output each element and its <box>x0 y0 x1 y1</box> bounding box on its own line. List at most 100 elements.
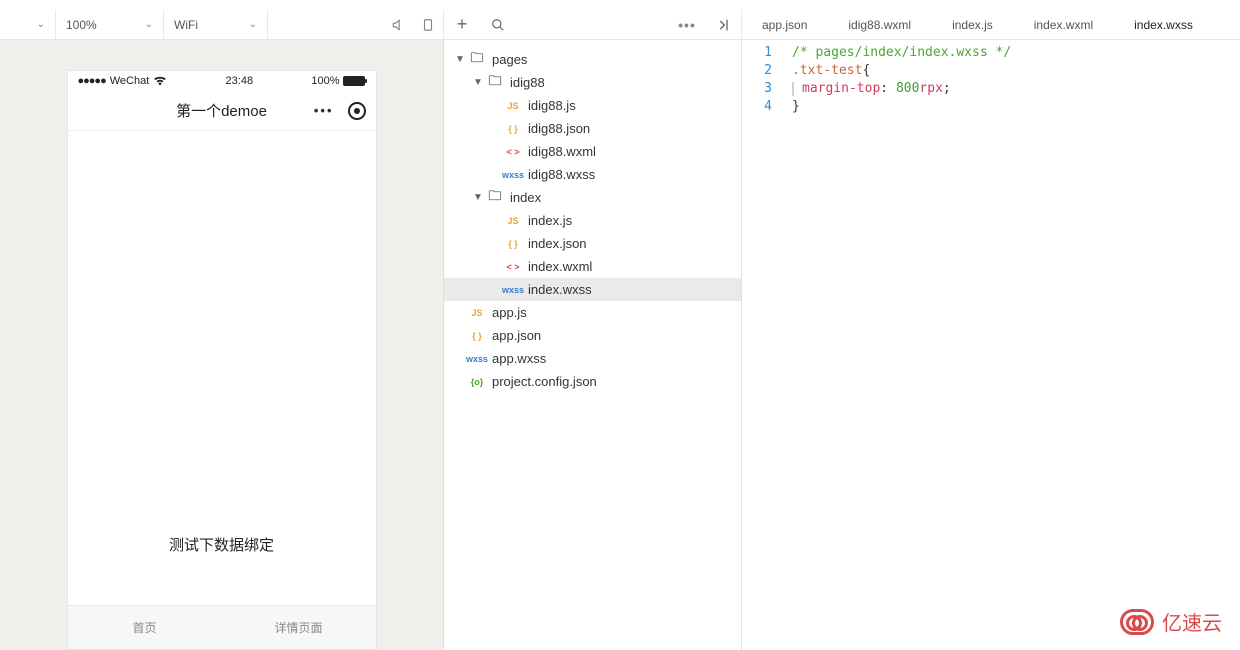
simulator-panel: ●●●●● WeChat 23:48 100% 第一个demoe ••• <box>0 40 444 650</box>
watermark-text: 亿速云 <box>1162 607 1222 636</box>
tree-file[interactable]: < > index.wxml <box>444 255 741 278</box>
capsule-menu-icon[interactable]: ••• <box>314 103 334 118</box>
json-icon: { } <box>502 239 524 249</box>
collapse-sidebar-icon[interactable] <box>705 17 741 33</box>
app-navbar: 第一个demoe ••• <box>68 91 376 131</box>
code-comment: /* pages/index/index.wxss */ <box>792 45 1011 60</box>
line-number: 4 <box>742 98 772 116</box>
code-editor[interactable]: 1234 /* pages/index/index.wxss */ .txt-t… <box>742 40 1240 650</box>
nav-title: 第一个demoe <box>176 100 267 121</box>
chevron-down-icon: ⌄ <box>249 19 257 30</box>
tab-home[interactable]: 首页 <box>68 606 222 649</box>
editor-tab[interactable]: idig88.wxml <box>828 10 932 39</box>
file-label: app.json <box>492 328 541 343</box>
tree-folder[interactable]: ▼🗀 pages <box>444 48 741 71</box>
caret-down-icon[interactable]: ▼ <box>472 77 484 88</box>
code-area[interactable]: /* pages/index/index.wxss */ .txt-test{ … <box>782 40 1240 650</box>
tree-file[interactable]: { } idig88.json <box>444 117 741 140</box>
line-number: 3 <box>742 80 772 98</box>
tab-detail[interactable]: 详情页面 <box>222 606 376 649</box>
watermark: 亿速云 <box>1120 607 1222 636</box>
file-label: idig88.json <box>528 121 590 136</box>
caret-down-icon[interactable]: ▼ <box>472 192 484 203</box>
file-label: index.wxml <box>528 259 592 274</box>
line-number: 1 <box>742 44 772 62</box>
file-label: app.wxss <box>492 351 546 366</box>
folder-icon: 🗀 <box>484 187 506 209</box>
tree-file[interactable]: {o} project.config.json <box>444 370 741 393</box>
tree-file[interactable]: wxss index.wxss <box>444 278 741 301</box>
file-label: project.config.json <box>492 374 597 389</box>
chevron-down-icon: ⌄ <box>145 19 153 30</box>
battery-pct: 100% <box>311 75 339 87</box>
wxss-icon: wxss <box>466 354 488 364</box>
watermark-logo-icon <box>1120 609 1154 635</box>
toolbar: ⌄ 100% ⌄ WiFi ⌄ + <box>0 10 1240 40</box>
wxml-icon: < > <box>502 262 524 272</box>
file-label: index.wxss <box>528 282 592 297</box>
time-label: 23:48 <box>226 75 254 87</box>
json-icon: { } <box>502 124 524 134</box>
tree-folder[interactable]: ▼🗀idig88 <box>444 71 741 94</box>
sound-icon[interactable] <box>383 10 413 39</box>
editor-tab[interactable]: index.wxss <box>1114 10 1214 39</box>
status-bar: ●●●●● WeChat 23:48 100% <box>68 71 376 91</box>
code-prop: margin-top <box>802 81 880 96</box>
add-file-icon[interactable]: + <box>444 14 480 35</box>
tree-file[interactable]: JS app.js <box>444 301 741 324</box>
tree-file[interactable]: < > idig88.wxml <box>444 140 741 163</box>
carrier-label: WeChat <box>110 75 150 87</box>
chevron-down-icon: ⌄ <box>37 19 45 30</box>
line-number: 2 <box>742 62 772 80</box>
file-label: index <box>510 190 541 205</box>
zoom-dropdown[interactable]: 100% ⌄ <box>56 10 164 39</box>
tree-file[interactable]: { } index.json <box>444 232 741 255</box>
config-icon: {o} <box>466 377 488 387</box>
folder-icon: 🗀 <box>466 49 488 71</box>
file-label: idig88.wxss <box>528 167 595 182</box>
file-label: idig88.wxml <box>528 144 596 159</box>
wxml-icon: < > <box>502 147 524 157</box>
tree-file[interactable]: JS idig88.js <box>444 94 741 117</box>
phone-preview: ●●●●● WeChat 23:48 100% 第一个demoe ••• <box>67 70 377 650</box>
bound-text: 测试下数据绑定 <box>68 534 376 555</box>
network-dropdown[interactable]: WiFi ⌄ <box>164 10 268 39</box>
tree-file[interactable]: { }app.json <box>444 324 741 347</box>
menubar <box>0 0 1240 10</box>
tabbar: 首页 详情页面 <box>68 605 376 649</box>
wifi-icon <box>153 76 167 86</box>
code-value: 800 <box>896 81 919 96</box>
network-value: WiFi <box>174 18 198 32</box>
wxss-icon: wxss <box>502 285 524 295</box>
zoom-value: 100% <box>66 18 97 32</box>
tree-file[interactable]: JS index.js <box>444 209 741 232</box>
editor-tab[interactable]: index.wxml <box>1014 10 1114 39</box>
file-label: index.json <box>528 236 587 251</box>
editor-tab[interactable]: app.json <box>742 10 828 39</box>
signal-icon: ●●●●● <box>78 75 106 87</box>
file-label: pages <box>492 52 527 67</box>
js-icon: JS <box>466 308 488 318</box>
rotate-icon[interactable] <box>413 10 443 39</box>
capsule-close-icon[interactable] <box>348 102 366 120</box>
tree-file[interactable]: wxss app.wxss <box>444 347 741 370</box>
editor-tab[interactable]: index.js <box>932 10 1014 39</box>
js-icon: JS <box>502 216 524 226</box>
tree-file[interactable]: wxssidig88.wxss <box>444 163 741 186</box>
caret-down-icon[interactable]: ▼ <box>454 54 466 65</box>
more-icon[interactable]: ••• <box>669 17 705 33</box>
toolbar-simulator: ⌄ 100% ⌄ WiFi ⌄ <box>0 10 444 39</box>
page-body: 测试下数据绑定 <box>68 131 376 605</box>
file-label: idig88.js <box>528 98 576 113</box>
file-label: app.js <box>492 305 527 320</box>
tree-folder[interactable]: ▼🗀 index <box>444 186 741 209</box>
file-explorer: ▼🗀pages▼🗀idig88JSidig88.js{ }idig88.json… <box>444 40 742 650</box>
code-selector: .txt-test <box>792 63 862 78</box>
folder-icon: 🗀 <box>484 72 506 94</box>
device-dropdown[interactable]: ⌄ <box>0 10 56 39</box>
file-label: index.js <box>528 213 572 228</box>
js-icon: JS <box>502 101 524 111</box>
search-icon[interactable] <box>480 18 516 32</box>
line-gutter: 1234 <box>742 40 782 650</box>
battery-icon <box>343 76 365 86</box>
